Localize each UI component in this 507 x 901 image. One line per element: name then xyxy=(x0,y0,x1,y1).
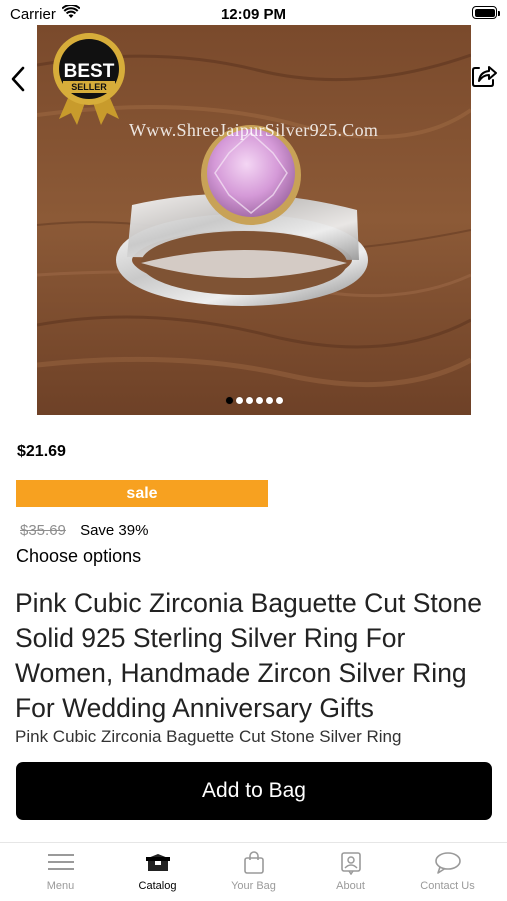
original-price: $35.69 xyxy=(20,522,66,539)
status-bar: Carrier 12:09 PM xyxy=(0,0,507,28)
save-percentage: Save 39% xyxy=(80,522,149,539)
share-button[interactable] xyxy=(469,60,499,90)
back-button[interactable] xyxy=(8,64,30,94)
tab-label: Menu xyxy=(46,880,75,892)
carousel-dot[interactable] xyxy=(225,397,233,404)
tab-menu[interactable]: Menu xyxy=(10,843,111,901)
battery-icon xyxy=(472,6,500,19)
carousel-dots[interactable] xyxy=(37,397,471,404)
about-icon xyxy=(339,851,363,880)
choose-options-link[interactable]: Choose options xyxy=(16,546,141,567)
svg-text:SELLER: SELLER xyxy=(71,82,107,92)
svg-text:BEST: BEST xyxy=(64,61,115,82)
discount-row: $35.69 Save 39% xyxy=(20,522,148,539)
tab-contact-us[interactable]: Contact Us xyxy=(397,843,498,901)
share-icon xyxy=(472,66,497,87)
bag-icon xyxy=(242,851,266,880)
product-price: $21.69 xyxy=(17,443,66,460)
carousel-dot[interactable] xyxy=(275,397,283,404)
carousel-dot[interactable] xyxy=(265,397,273,404)
tab-label: Contact Us xyxy=(420,880,475,892)
tab-label: About xyxy=(336,880,365,892)
carousel-dot[interactable] xyxy=(245,397,253,404)
add-to-bag-button[interactable]: Add to Bag xyxy=(16,762,492,820)
tab-about[interactable]: About xyxy=(300,843,401,901)
chat-icon xyxy=(434,851,462,880)
product-image-carousel[interactable]: Www.ShreeJaipurSilver925.Com BEST SELLER xyxy=(37,25,471,415)
watermark-text: Www.ShreeJaipurSilver925.Com xyxy=(129,120,379,140)
catalog-icon xyxy=(144,851,172,878)
tab-catalog[interactable]: Catalog xyxy=(107,843,208,901)
product-subtitle: Pink Cubic Zirconia Baguette Cut Stone S… xyxy=(15,727,402,746)
sale-badge: sale xyxy=(16,480,268,507)
menu-icon xyxy=(47,851,75,878)
best-seller-badge: BEST SELLER xyxy=(49,31,129,126)
tab-bar: Menu Catalog Your Bag About Contact Us xyxy=(0,842,507,901)
chevron-left-icon xyxy=(11,66,25,92)
product-title: Pink Cubic Zirconia Baguette Cut Stone S… xyxy=(15,588,482,723)
clock: 12:09 PM xyxy=(220,6,287,23)
carousel-dot[interactable] xyxy=(255,397,263,404)
tab-your-bag[interactable]: Your Bag xyxy=(203,843,304,901)
tab-label: Catalog xyxy=(138,880,177,892)
carousel-dot[interactable] xyxy=(235,397,243,404)
tab-label: Your Bag xyxy=(231,880,276,892)
